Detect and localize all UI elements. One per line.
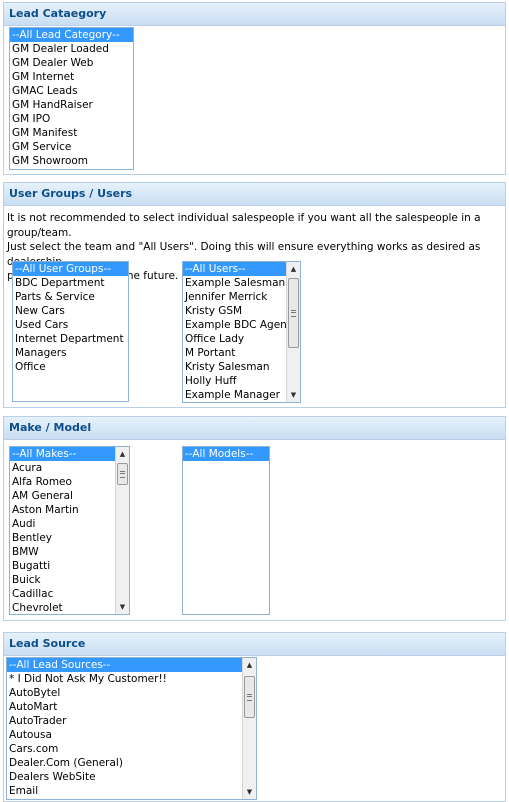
list-option[interactable]: Example Manager xyxy=(183,388,300,402)
note-line-1: It is not recommended to select individu… xyxy=(7,212,481,239)
user-groups-listbox[interactable]: --All User Groups-- BDC Department Parts &… xyxy=(12,261,129,402)
list-option[interactable]: Cadillac xyxy=(10,587,129,601)
list-option[interactable]: Managers xyxy=(13,346,128,360)
list-option[interactable]: GMAC Leads xyxy=(10,84,133,98)
lead-category-header: Lead Cataegory xyxy=(4,3,505,26)
list-option[interactable]: Parts & Service xyxy=(13,290,128,304)
user-groups-header: User Groups / Users xyxy=(4,183,505,206)
list-option-selected[interactable]: --All Users-- xyxy=(183,262,300,276)
list-option[interactable]: Cars.com xyxy=(7,742,256,756)
list-option[interactable]: M Portant xyxy=(183,346,300,360)
list-option[interactable]: Example BDC Agent xyxy=(183,318,300,332)
list-option-selected[interactable]: --All Lead Category-- xyxy=(10,28,133,42)
list-option[interactable]: BDC Department xyxy=(13,276,128,290)
makes-listbox[interactable]: --All Makes-- Acura Alfa Romeo AM General As… xyxy=(9,446,130,615)
list-option[interactable]: GM Internet xyxy=(10,70,133,84)
list-option[interactable]: GM IPO xyxy=(10,112,133,126)
list-option[interactable]: Bugatti xyxy=(10,559,129,573)
list-option[interactable]: Kristy Salesman xyxy=(183,360,300,374)
list-option[interactable]: Email xyxy=(7,784,256,798)
list-option[interactable]: Acura xyxy=(10,461,129,475)
list-option[interactable]: Office Lady xyxy=(183,332,300,346)
list-option[interactable]: Jennifer Merrick xyxy=(183,290,300,304)
lead-category-listbox[interactable]: --All Lead Category-- GM Dealer Loaded GM … xyxy=(9,27,134,170)
makes-scroll-thumb[interactable] xyxy=(117,463,128,485)
list-option[interactable]: Autousa xyxy=(7,728,256,742)
list-option[interactable]: Alfa Romeo xyxy=(10,475,129,489)
users-listbox[interactable]: --All Users-- Example Salesman Jennifer Me… xyxy=(182,261,301,403)
list-option[interactable]: GM HandRaiser xyxy=(10,98,133,112)
list-option[interactable]: New Cars xyxy=(13,304,128,318)
list-option[interactable]: AM General xyxy=(10,489,129,503)
list-option[interactable]: Bentley xyxy=(10,531,129,545)
list-option[interactable]: Dealers WebSite xyxy=(7,770,256,784)
list-option[interactable]: AutoMart xyxy=(7,700,256,714)
list-option-selected[interactable]: --All Makes-- xyxy=(10,447,129,461)
scroll-up-icon[interactable]: ▲ xyxy=(116,447,129,461)
list-option[interactable]: Example Salesman xyxy=(183,276,300,290)
list-option[interactable]: Holly Huff xyxy=(183,374,300,388)
list-option-selected[interactable]: --All Models-- xyxy=(183,447,269,461)
user-groups-panel: User Groups / Users It is not recommende… xyxy=(3,182,506,408)
lead-category-panel: Lead Cataegory --All Lead Category-- GM D… xyxy=(3,2,506,175)
lead-source-scrollbar[interactable]: ▲ ▼ xyxy=(242,658,256,799)
scroll-up-icon[interactable]: ▲ xyxy=(287,262,300,276)
lead-source-panel: Lead Source --All Lead Sources-- * I Did … xyxy=(3,632,506,802)
list-option[interactable]: GM Manifest xyxy=(10,126,133,140)
list-option[interactable]: Used Cars xyxy=(13,318,128,332)
makes-scrollbar[interactable]: ▲ ▼ xyxy=(115,447,129,614)
make-model-panel: Make / Model --All Makes-- Acura Alfa Rome… xyxy=(3,416,506,621)
list-option[interactable]: Kristy GSM xyxy=(183,304,300,318)
list-option[interactable]: BMW xyxy=(10,545,129,559)
models-listbox[interactable]: --All Models-- xyxy=(182,446,270,615)
list-option[interactable]: GM Dealer Loaded xyxy=(10,42,133,56)
list-option[interactable]: Audi xyxy=(10,517,129,531)
scroll-up-icon[interactable]: ▲ xyxy=(243,658,256,672)
lead-source-scroll-thumb[interactable] xyxy=(244,676,255,718)
list-option[interactable]: Internet Department xyxy=(13,332,128,346)
make-model-header: Make / Model xyxy=(4,417,505,440)
scroll-down-icon[interactable]: ▼ xyxy=(116,600,129,614)
list-option-selected[interactable]: --All User Groups-- xyxy=(13,262,128,276)
users-scroll-thumb[interactable] xyxy=(288,278,299,348)
list-option[interactable]: AutoTrader xyxy=(7,714,256,728)
lead-source-listbox[interactable]: --All Lead Sources-- * I Did Not Ask My C… xyxy=(6,657,257,800)
list-option[interactable]: Office xyxy=(13,360,128,374)
list-option[interactable]: Chevrolet xyxy=(10,601,129,614)
list-option[interactable]: GM Service xyxy=(10,140,133,154)
list-option[interactable]: Aston Martin xyxy=(10,503,129,517)
list-option[interactable]: GM Dealer Web xyxy=(10,56,133,70)
scroll-down-icon[interactable]: ▼ xyxy=(243,785,256,799)
users-scrollbar[interactable]: ▲ ▼ xyxy=(286,262,300,402)
list-option[interactable]: AutoBytel xyxy=(7,686,256,700)
list-option-selected[interactable]: --All Lead Sources-- xyxy=(7,658,256,672)
list-option[interactable]: Dealer.Com (General) xyxy=(7,756,256,770)
list-option[interactable]: GM Showroom xyxy=(10,154,133,168)
scroll-down-icon[interactable]: ▼ xyxy=(287,388,300,402)
list-option[interactable]: * I Did Not Ask My Customer!! xyxy=(7,672,256,686)
lead-source-header: Lead Source xyxy=(4,633,505,656)
list-option[interactable]: Buick xyxy=(10,573,129,587)
